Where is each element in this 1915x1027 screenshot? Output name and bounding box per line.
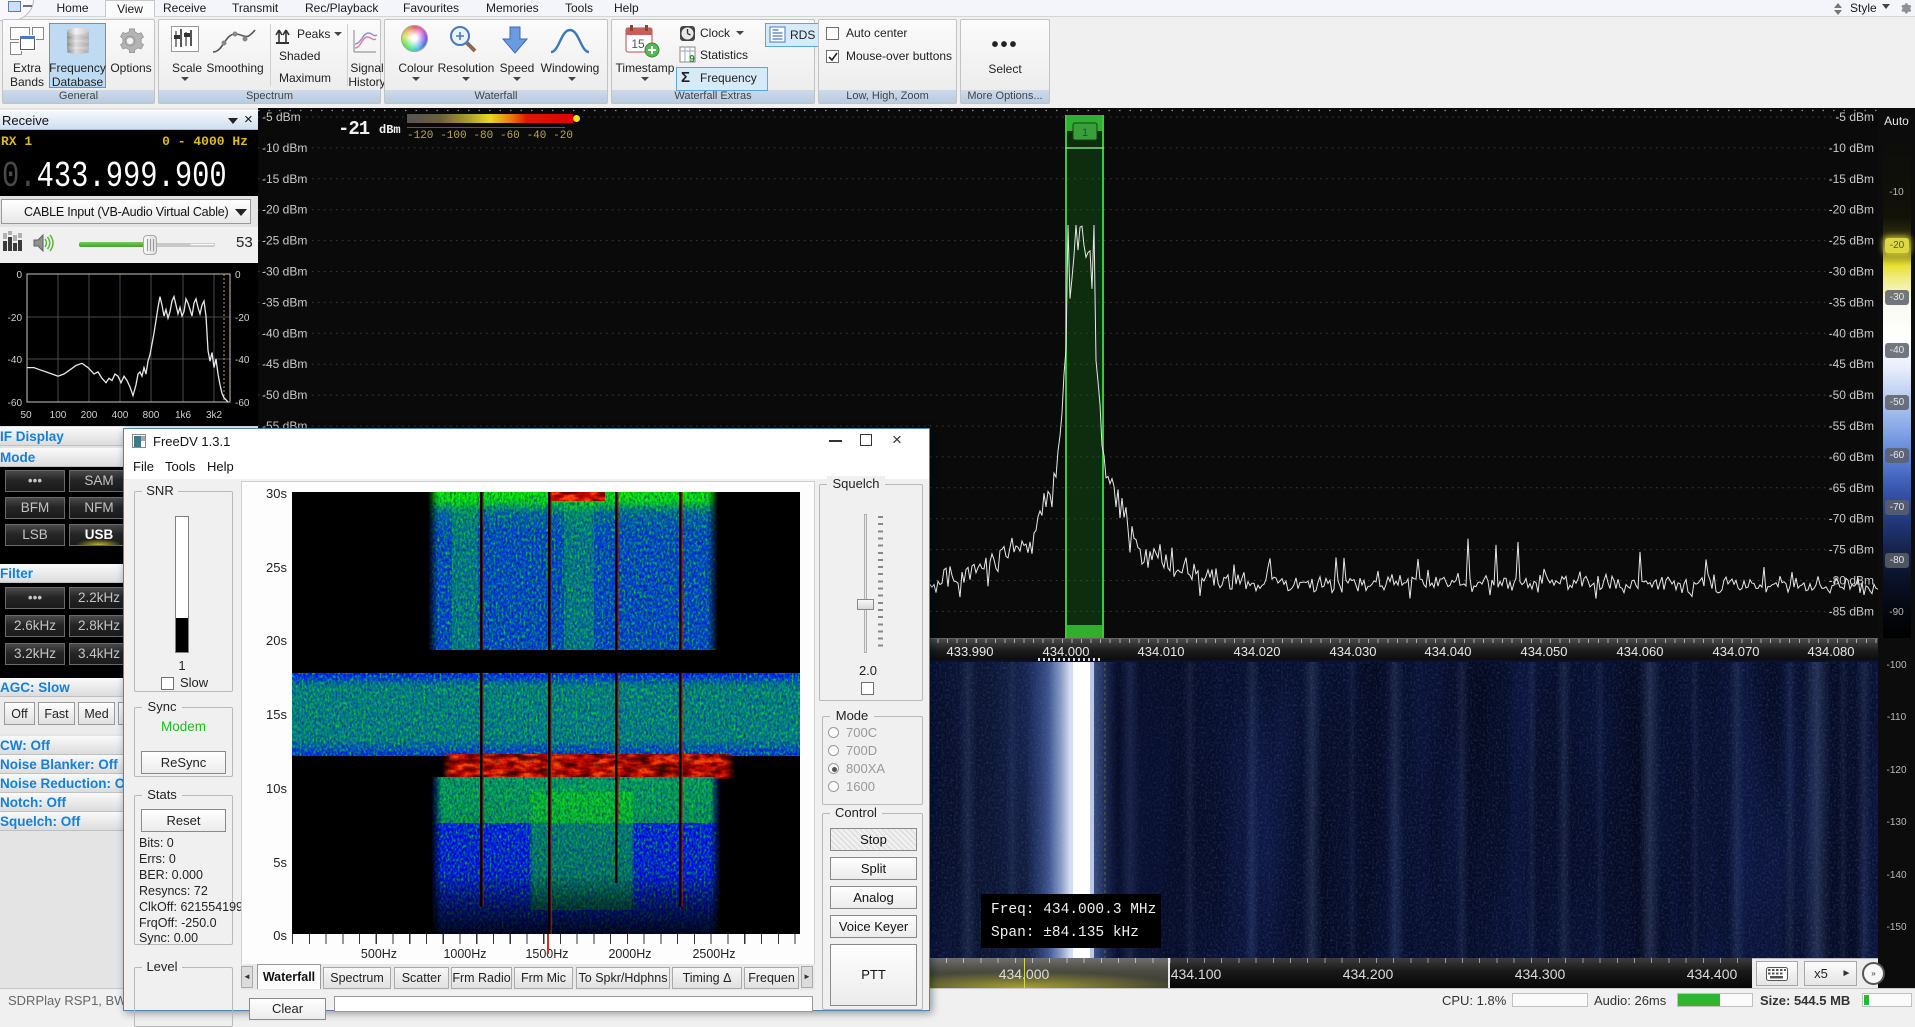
svg-text:-30 dBm: -30 dBm (262, 265, 307, 279)
svg-text:-5 dBm: -5 dBm (1835, 110, 1874, 124)
svg-text:-20: -20 (8, 313, 23, 324)
svg-text:-20 dBm: -20 dBm (262, 203, 307, 217)
svg-text:200: 200 (81, 410, 98, 421)
svg-text:-25 dBm: -25 dBm (1829, 234, 1874, 248)
svg-text:-50 dBm: -50 dBm (1829, 388, 1874, 402)
svg-text:-60: -60 (235, 398, 250, 409)
svg-text:-30 dBm: -30 dBm (1829, 265, 1874, 279)
svg-text:-40 dBm: -40 dBm (262, 326, 307, 340)
svg-text:-35 dBm: -35 dBm (1829, 295, 1874, 309)
svg-text:-10 dBm: -10 dBm (262, 141, 307, 155)
svg-text:-85 dBm: -85 dBm (1829, 604, 1874, 618)
svg-text:-15 dBm: -15 dBm (1829, 172, 1874, 186)
svg-text:-10 dBm: -10 dBm (1829, 141, 1874, 155)
svg-text:-70 dBm: -70 dBm (1829, 512, 1874, 526)
svg-text:-20 dBm: -20 dBm (1829, 203, 1874, 217)
svg-text:400: 400 (112, 410, 129, 421)
svg-text:-20: -20 (235, 313, 250, 324)
svg-text:-60: -60 (8, 398, 23, 409)
svg-text:-40 dBm: -40 dBm (1829, 326, 1874, 340)
svg-text:-5 dBm: -5 dBm (262, 110, 301, 124)
svg-text:-15 dBm: -15 dBm (262, 172, 307, 186)
svg-text:-75 dBm: -75 dBm (1829, 543, 1874, 557)
svg-text:-50 dBm: -50 dBm (262, 388, 307, 402)
svg-text:800: 800 (143, 410, 160, 421)
svg-text:1: 1 (1082, 127, 1088, 139)
svg-text:-40: -40 (8, 355, 23, 366)
svg-text:3k2: 3k2 (206, 410, 223, 421)
svg-text:50: 50 (20, 410, 32, 421)
svg-text:-60 dBm: -60 dBm (1829, 450, 1874, 464)
svg-text:-25 dBm: -25 dBm (262, 234, 307, 248)
svg-text:-40: -40 (235, 355, 250, 366)
svg-text:-65 dBm: -65 dBm (1829, 481, 1874, 495)
svg-text:0: 0 (16, 270, 22, 281)
svg-text:1k6: 1k6 (175, 410, 192, 421)
svg-text:0: 0 (235, 270, 241, 281)
svg-text:15: 15 (631, 37, 645, 51)
svg-text:-35 dBm: -35 dBm (262, 295, 307, 309)
svg-text:-55 dBm: -55 dBm (1829, 419, 1874, 433)
svg-text:100: 100 (50, 410, 67, 421)
svg-text:-45 dBm: -45 dBm (262, 357, 307, 371)
svg-text:-45 dBm: -45 dBm (1829, 357, 1874, 371)
svg-text:9: 9 (689, 54, 695, 63)
